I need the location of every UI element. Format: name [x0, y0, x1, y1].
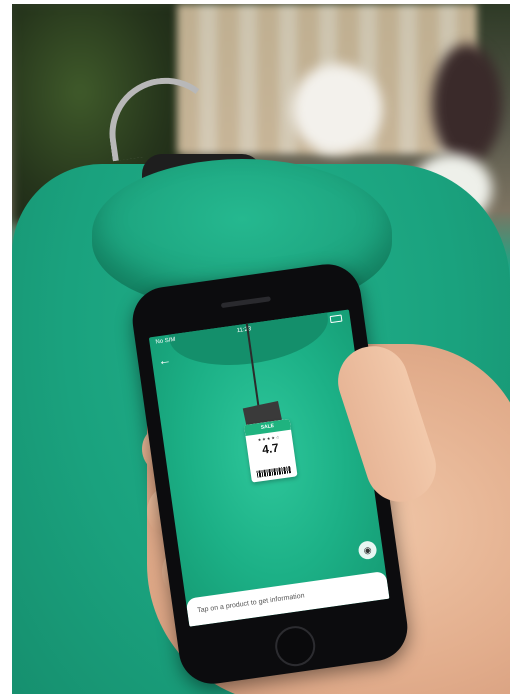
bokeh-light — [292, 64, 382, 154]
back-arrow-icon[interactable]: ← — [157, 352, 173, 369]
info-bar[interactable]: Tap on a product to get information — [185, 570, 390, 627]
info-bar-text: Tap on a product to get information — [196, 592, 305, 615]
status-carrier: No SIM — [155, 336, 176, 346]
status-time: 11:23 — [236, 326, 252, 335]
price-tag-overlay[interactable]: SALE ★★★★☆ 4.7 — [243, 418, 298, 483]
photo: No SIM 11:23 ← SALE ★★★★☆ 4.7 ◉ Tap on a… — [12, 4, 510, 694]
home-button[interactable] — [272, 623, 318, 669]
camera-icon[interactable]: ◉ — [357, 540, 378, 561]
barcode-icon — [256, 466, 292, 478]
phone-speaker — [220, 296, 271, 309]
bokeh-light — [432, 44, 502, 164]
battery-icon — [329, 314, 343, 324]
